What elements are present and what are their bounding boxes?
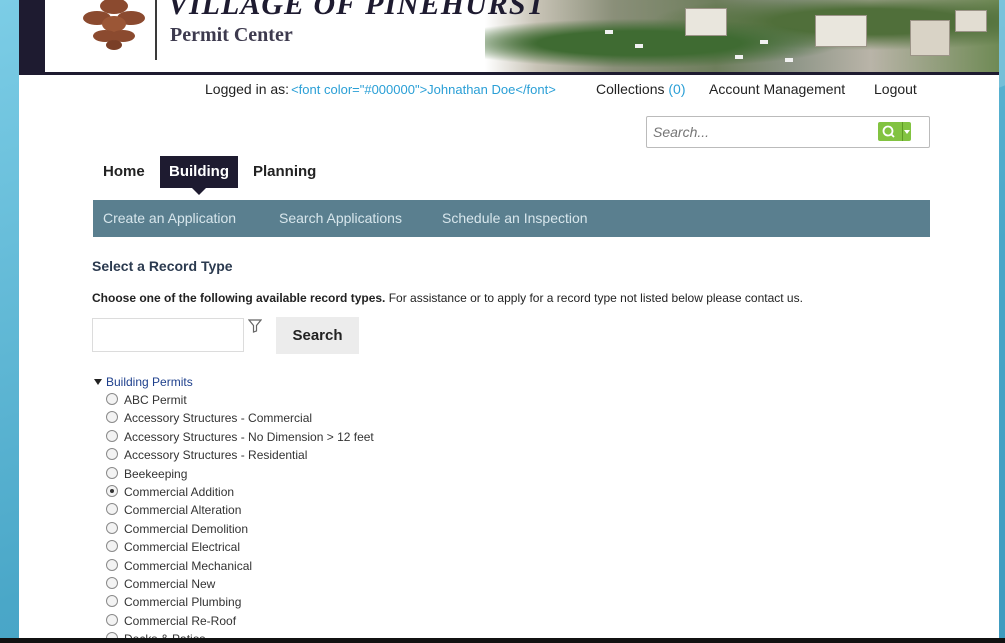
global-search-input[interactable] xyxy=(651,121,875,143)
record-type-option[interactable]: Commercial Demolition xyxy=(106,521,248,537)
record-type-label: Commercial Mechanical xyxy=(124,558,253,573)
radio-button[interactable] xyxy=(106,521,118,534)
tab-building[interactable]: Building xyxy=(160,156,238,188)
record-type-label: Commercial Addition xyxy=(124,485,235,499)
radio-button[interactable] xyxy=(106,466,118,479)
header-banner: VILLAGE OF PINEHURST Permit Center xyxy=(19,0,999,75)
record-type-filter-input[interactable] xyxy=(92,318,244,352)
record-type-option[interactable]: Beekeeping xyxy=(106,466,187,482)
instructions: Choose one of the following available re… xyxy=(92,291,803,305)
logo-divider xyxy=(155,0,157,60)
instructions-rest: For assistance or to apply for a record … xyxy=(385,291,803,305)
group-label: Building Permits xyxy=(106,375,193,389)
section-title: Select a Record Type xyxy=(92,258,233,274)
radio-button[interactable] xyxy=(106,429,118,442)
record-type-option[interactable]: Commercial New xyxy=(106,576,215,592)
record-type-option[interactable]: Accessory Structures - Commercial xyxy=(106,410,312,426)
collections-label: Collections xyxy=(596,81,665,97)
collections-count: (0) xyxy=(668,81,686,97)
record-type-label: ABC Permit xyxy=(124,393,187,407)
record-type-option[interactable]: Commercial Alteration xyxy=(106,502,241,518)
building-permits-group[interactable]: Building Permits xyxy=(94,375,193,389)
radio-button[interactable] xyxy=(106,577,118,589)
record-type-label: Accessory Structures - Commercial xyxy=(124,411,313,426)
record-type-option[interactable]: Accessory Structures - No Dimension > 12… xyxy=(106,429,374,445)
logout-link[interactable]: Logout xyxy=(874,81,917,97)
aerial-photo xyxy=(485,0,999,72)
record-search-button[interactable]: Search xyxy=(276,317,359,354)
radio-button[interactable] xyxy=(106,393,118,405)
record-type-label: Commercial Plumbing xyxy=(124,595,242,610)
record-type-label: Accessory Structures - Residential xyxy=(124,448,308,463)
account-management-link[interactable]: Account Management xyxy=(709,81,845,97)
permit-center-page: VILLAGE OF PINEHURST Permit Center Logge… xyxy=(19,0,999,643)
record-type-label: Commercial Re-Roof xyxy=(124,613,237,628)
filter-icon[interactable] xyxy=(248,319,262,333)
subnav-create-application[interactable]: Create an Application xyxy=(103,200,236,237)
pinecone-logo-icon xyxy=(83,0,145,50)
expand-triangle-icon xyxy=(94,379,102,385)
record-type-option[interactable]: Commercial Plumbing xyxy=(106,594,241,610)
record-type-label: Commercial Alteration xyxy=(124,503,242,518)
radio-button[interactable] xyxy=(106,613,118,626)
record-type-label: Commercial Electrical xyxy=(124,540,241,555)
radio-button[interactable] xyxy=(106,485,118,497)
record-type-option[interactable]: Accessory Structures - Residential xyxy=(106,447,307,463)
tab-planning[interactable]: Planning xyxy=(253,156,316,188)
radio-button[interactable] xyxy=(106,411,118,424)
subnav-search-applications[interactable]: Search Applications xyxy=(279,200,402,237)
search-icon xyxy=(882,125,895,138)
radio-button[interactable] xyxy=(106,540,118,553)
radio-button[interactable] xyxy=(106,503,118,516)
site-subtitle: Permit Center xyxy=(170,24,293,46)
record-type-option[interactable]: Commercial Electrical xyxy=(106,539,240,555)
bottom-bar xyxy=(0,638,1005,643)
instructions-bold: Choose one of the following available re… xyxy=(92,291,386,305)
user-name-link[interactable]: <font color="#000000">Johnathan Doe</fon… xyxy=(291,82,556,97)
record-type-label: Commercial New xyxy=(124,577,216,591)
record-type-label: Commercial Demolition xyxy=(124,521,249,536)
radio-button[interactable] xyxy=(106,448,118,461)
record-type-option[interactable]: Commercial Re-Roof xyxy=(106,613,236,629)
collections-link[interactable]: Collections (0) xyxy=(596,81,686,97)
record-type-option[interactable]: Commercial Addition xyxy=(106,484,234,500)
chevron-down-icon xyxy=(904,130,910,134)
record-type-option[interactable]: ABC Permit xyxy=(106,392,187,408)
record-type-label: Accessory Structures - No Dimension > 12… xyxy=(124,429,374,444)
global-search xyxy=(646,116,930,148)
banner-inner: VILLAGE OF PINEHURST Permit Center xyxy=(45,0,999,72)
radio-button[interactable] xyxy=(106,595,118,608)
record-type-label: Beekeeping xyxy=(124,466,188,481)
global-search-button[interactable] xyxy=(878,122,911,141)
tab-home[interactable]: Home xyxy=(103,156,145,188)
logged-in-label: Logged in as: xyxy=(205,81,290,97)
building-subnav: Create an Application Search Application… xyxy=(93,200,930,237)
radio-button[interactable] xyxy=(106,558,118,571)
account-bar: Logged in as: <font color="#000000">Johna… xyxy=(205,81,556,97)
org-name: VILLAGE OF PINEHURST xyxy=(168,0,546,21)
subnav-schedule-inspection[interactable]: Schedule an Inspection xyxy=(442,200,588,237)
record-type-option[interactable]: Commercial Mechanical xyxy=(106,558,252,574)
active-tab-pointer xyxy=(192,188,206,195)
